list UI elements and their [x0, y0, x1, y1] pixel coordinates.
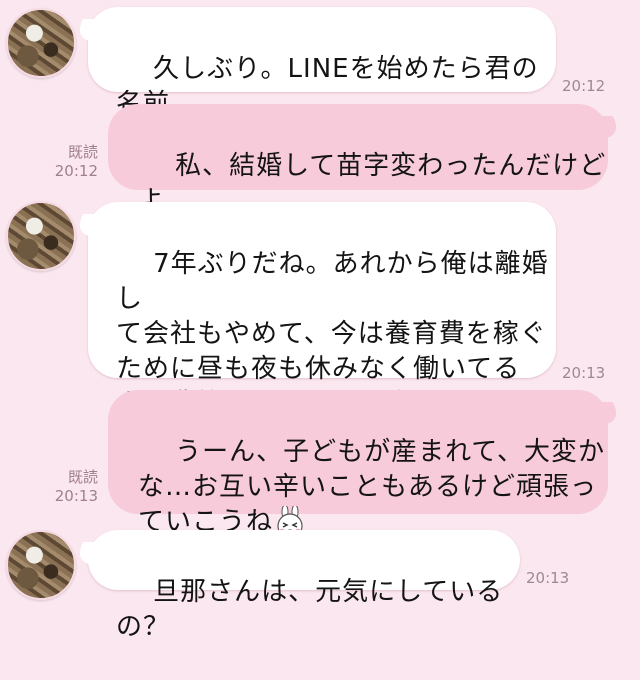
message-time: 20:12	[54, 162, 98, 180]
avatar[interactable]	[6, 530, 76, 600]
message-text: うーん、子どもが産まれて、大変か な…お互い辛いこともあるけど頑張っ ていこうね	[138, 437, 605, 537]
message-text: 旦那さんは、元気にしているの？	[116, 577, 504, 642]
read-receipt: 既読 20:13	[50, 468, 98, 506]
message-bubble[interactable]: 私、結婚して苗字変わったんだけどよ く分かったね…	[108, 104, 608, 256]
message-bubble[interactable]: 久しぶり。LINEを始めたら君の名前 が出たからさ。	[88, 7, 556, 154]
read-receipt: 既読 20:12	[50, 143, 98, 181]
read-label: 既読	[67, 468, 98, 486]
message-time: 20:12	[562, 77, 606, 95]
message-bubble[interactable]: 旦那さんは、元気にしているの？	[88, 530, 520, 642]
message-time: 20:13	[54, 487, 98, 505]
avatar[interactable]	[6, 201, 76, 271]
message-time: 20:13	[526, 569, 570, 587]
message-bubble[interactable]: 7年ぶりだね。あれから俺は離婚し て会社もやめて、今は養育費を稼ぐ ために昼も夜…	[88, 202, 556, 454]
message-bubble[interactable]: うーん、子どもが産まれて、大変か な…お互い辛いこともあるけど頑張っ ていこうね	[108, 390, 608, 539]
message-time: 20:13	[562, 364, 606, 382]
read-label: 既読	[67, 143, 98, 161]
avatar[interactable]	[6, 8, 76, 78]
